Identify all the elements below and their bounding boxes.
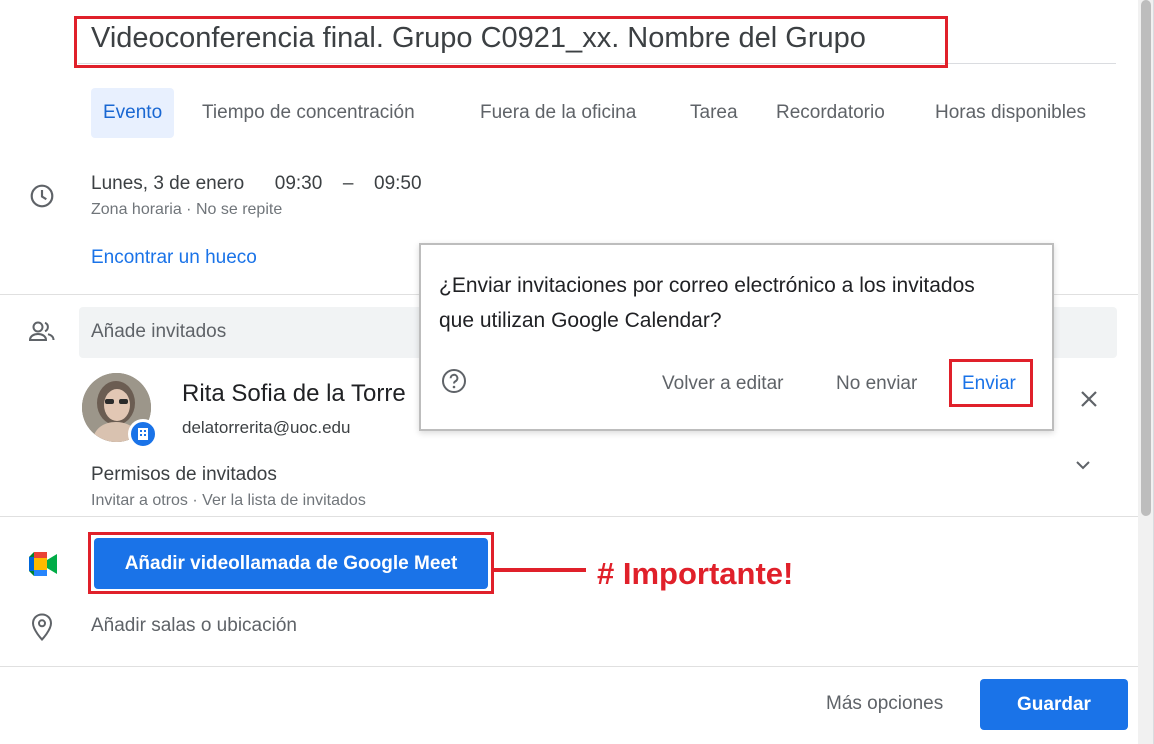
start-time[interactable]: 09:30 [275, 173, 323, 194]
more-options-button[interactable]: Más opciones [826, 693, 943, 715]
find-slot-link[interactable]: Encontrar un hueco [91, 247, 257, 269]
guest-name: Rita Sofia de la Torre [182, 380, 406, 407]
tab-tarea[interactable]: Tarea [690, 88, 738, 138]
close-icon[interactable] [1079, 389, 1099, 414]
separator-dot: · [186, 201, 196, 218]
chevron-down-icon[interactable] [1074, 456, 1092, 479]
guest-email: delatorrerita@uoc.edu [182, 418, 351, 437]
guest-permissions-summary: Invitar a otros · Ver la lista de invita… [91, 492, 366, 510]
section-divider [0, 516, 1138, 517]
invite-others-label: Invitar a otros [91, 492, 188, 509]
tab-recordatorio[interactable]: Recordatorio [776, 88, 885, 138]
important-annotation: # Importante! [597, 556, 794, 591]
see-guest-list-label: Ver la lista de invitados [202, 492, 366, 509]
send-annotation-box [949, 359, 1033, 407]
end-time[interactable]: 09:50 [374, 173, 422, 194]
edit-again-button[interactable]: Volver a editar [662, 373, 783, 395]
dont-send-button[interactable]: No enviar [836, 373, 917, 395]
separator-dot: · [192, 492, 203, 509]
clock-icon [29, 183, 55, 214]
people-icon [28, 320, 56, 349]
guest-permissions-title[interactable]: Permisos de invitados [91, 464, 277, 486]
scrollbar-thumb[interactable] [1141, 0, 1151, 516]
date-time-row[interactable]: Lunes, 3 de enero 09:30 – 09:50 [91, 173, 422, 195]
title-annotation-box [74, 16, 948, 68]
repeat-select[interactable]: No se repite [196, 201, 282, 218]
add-location-input[interactable]: Añadir salas o ubicación [91, 615, 297, 637]
add-guests-placeholder[interactable]: Añade invitados [91, 321, 226, 343]
organization-badge [128, 419, 158, 449]
event-date[interactable]: Lunes, 3 de enero [91, 173, 244, 194]
timezone-repeat-row: Zona horaria · No se repite [91, 201, 282, 219]
save-button[interactable]: Guardar [980, 679, 1128, 730]
tab-fuera-oficina[interactable]: Fuera de la oficina [480, 88, 636, 138]
tab-evento[interactable]: Evento [91, 88, 175, 138]
tab-tiempo-concentracion[interactable]: Tiempo de concentración [202, 88, 415, 138]
annotation-connector [494, 568, 586, 572]
help-circle-icon[interactable] [441, 368, 467, 394]
add-google-meet-button[interactable]: Añadir videollamada de Google Meet [94, 538, 488, 589]
timezone-link[interactable]: Zona horaria [91, 201, 182, 218]
location-pin-icon [31, 613, 53, 646]
time-dash: – [342, 173, 354, 194]
footer-divider [0, 666, 1138, 667]
tab-horas-disponibles[interactable]: Horas disponibles [935, 88, 1086, 138]
dialog-message: ¿Enviar invitaciones por correo electrón… [439, 274, 975, 332]
google-meet-icon [29, 552, 57, 581]
